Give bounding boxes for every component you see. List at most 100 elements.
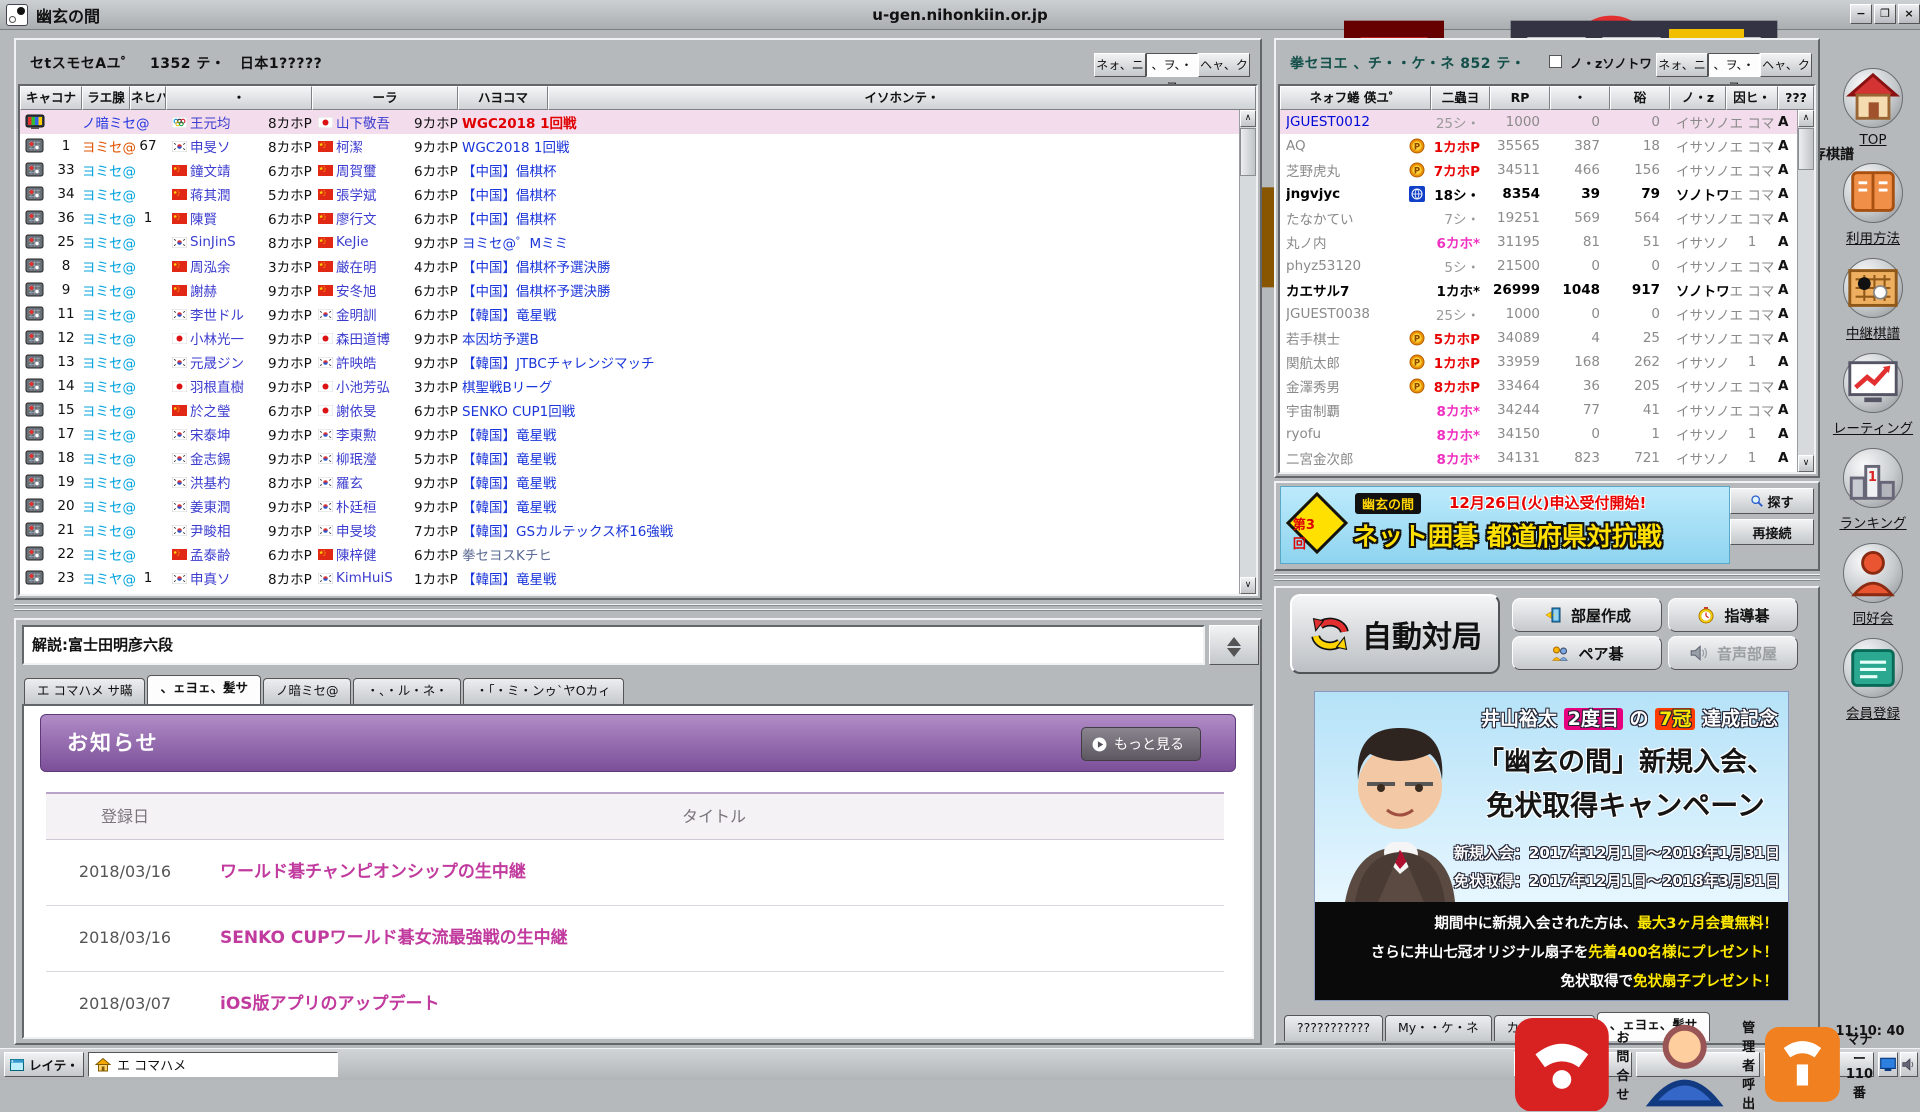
games-col-6[interactable]: ハヨコマ <box>458 86 548 110</box>
game-row[interactable]: 12ヨミセ@小林光一9カホP森田道博9カホP本因坊予選B <box>20 326 1239 350</box>
game-row[interactable]: 14ヨミセ@羽根直樹9カホP小池芳弘3カホP棋聖戦Bリーグ <box>20 374 1239 398</box>
lower-tab-1[interactable]: エ コマハメ サ瞞 <box>24 678 145 704</box>
create-room-button[interactable]: 部屋作成 <box>1512 598 1662 632</box>
users-col-7[interactable]: 因ヒ・ <box>1726 86 1778 110</box>
game-row[interactable]: 17ヨミセ@宋泰坤9カホP李東勲9カホP【韓国】竜星戦 <box>20 422 1239 446</box>
left-splitter[interactable] <box>14 604 1262 616</box>
sidebar-item-home[interactable]: TOP <box>1826 68 1920 148</box>
sidebar-item-goban[interactable]: 中継棋譜 <box>1826 258 1920 342</box>
lower-tab-2[interactable]: 、ェヨェ、髪サ <box>147 675 261 704</box>
lower-tab-3[interactable]: ノ暗ミセ@ <box>263 678 352 704</box>
sidebar-item-rating[interactable]: レーティング <box>1826 353 1920 437</box>
users-col-2[interactable]: 二蟲ヨ <box>1431 86 1490 110</box>
sidebar-item-guide[interactable]: 利用方法 <box>1826 163 1920 247</box>
contact-button[interactable]: お問合せ <box>1514 1052 1632 1077</box>
games-col-5[interactable]: ーラ <box>312 86 458 110</box>
users-col-8[interactable]: ??? <box>1778 86 1814 110</box>
restore-button[interactable]: ❐ <box>1874 4 1896 24</box>
search-button[interactable]: 探す <box>1730 488 1814 514</box>
notice-row[interactable]: 2018/03/16ワールド碁チャンピオンシップの生中継 <box>46 840 1224 906</box>
user-row[interactable]: たなかてい7シ・19251569564イサソノエ コマA <box>1280 206 1797 230</box>
game-row[interactable]: 33ヨミセ@鐘文靖6カホP周賀璽6カホP【中国】倡棋杯 <box>20 158 1239 182</box>
lower-tab-4[interactable]: ・、・ル・ネ・ <box>353 678 460 704</box>
user-row[interactable]: 宇宙制覇8カホ*342447741イサソノエ コマA <box>1280 398 1797 422</box>
user-row[interactable]: JGUEST001225シ・100000イサソノエ コマA <box>1280 110 1797 134</box>
prefecture-tournament-banner[interactable]: 第3回 幽玄の間 12月26日(火)申込受付開始! ネット囲碁 都道府県対抗戦 <box>1280 486 1730 564</box>
games-col-7[interactable]: イソホンテ・ <box>548 86 1256 110</box>
users-col-1[interactable]: ネォフ蜷 偀ユ゜ <box>1280 86 1431 110</box>
games-toolbar-button-2[interactable]: 、ヲ、・ヨ <box>1146 53 1198 77</box>
game-row[interactable]: 11ヨミセ@李世ドル9カホP金明訓6カホP【韓国】竜星戦 <box>20 302 1239 326</box>
game-row[interactable]: 20ヨミセ@姜東潤9カホP朴廷桓9カホP【韓国】竜星戦 <box>20 494 1239 518</box>
admin-button[interactable]: 管理者呼出 <box>1636 1052 1760 1077</box>
notice-title-link[interactable]: ワールド碁チャンピオンシップの生中継 <box>204 840 1224 905</box>
users-toolbar-button-3[interactable]: ヘャ、ク <box>1760 53 1812 77</box>
users-col-4[interactable]: ・ <box>1550 86 1610 110</box>
reconnect-button[interactable]: 再接続 <box>1730 519 1814 545</box>
sidebar-item-club[interactable]: 同好会 <box>1826 543 1920 627</box>
notice-row[interactable]: 2018/03/16SENKO CUPワールド碁女流最強戦の生中継 <box>46 906 1224 972</box>
users-scrollbar[interactable]: ∧ ∨ <box>1797 110 1814 472</box>
user-row[interactable]: 二宮金次郎8カホ*34131823721イサソノ1A <box>1280 446 1797 470</box>
user-row[interactable]: JGUEST003825シ・100000イサソノエ コマA <box>1280 302 1797 326</box>
more-button[interactable]: もっと見る <box>1081 727 1201 761</box>
teaching-game-button[interactable]: 指導碁 <box>1668 598 1798 632</box>
lower-tab-5[interactable]: ・「・ミ・ンゥ`ヤOカィ <box>463 678 624 704</box>
connected-only-checkbox[interactable] <box>1549 55 1562 68</box>
users-scroll-thumb[interactable] <box>1798 128 1814 170</box>
notice-title-link[interactable]: SENKO CUPワールド碁女流最強戦の生中継 <box>204 906 1224 971</box>
sound-button[interactable] <box>1900 1052 1918 1077</box>
campaign-ad[interactable]: 井山裕太 2度目 の 7冠 達成記念 「幽玄の間」新規入会、 免状取得キャンペー… <box>1314 691 1789 1001</box>
right-tab-2[interactable]: My・・ケ・ネ <box>1385 1015 1492 1041</box>
screen-share-button[interactable] <box>1878 1052 1898 1077</box>
user-row[interactable]: 若手棋士P5カホP34089425イサソノエ コマA <box>1280 326 1797 350</box>
games-toolbar-button-1[interactable]: ネォ、ニ <box>1094 53 1146 77</box>
scroll-up-icon[interactable]: ∧ <box>1798 110 1814 127</box>
users-col-5[interactable]: 硲 <box>1610 86 1670 110</box>
user-row[interactable]: phyz531205シ・2150000イサソノエ コマA <box>1280 254 1797 278</box>
auto-match-button[interactable]: 自動対局 <box>1290 594 1500 674</box>
game-row[interactable]: 18ヨミセ@金志錫9カホP柳珉瀅5カホP【韓国】竜星戦 <box>20 446 1239 470</box>
user-row[interactable]: jngvjyc18シ・83543979ソノトワエ コマA <box>1280 182 1797 206</box>
users-toolbar-button-2[interactable]: 、ヲ、・ヨ <box>1708 53 1760 77</box>
right-tab-1[interactable]: ??????????? <box>1284 1015 1383 1041</box>
users-col-3[interactable]: RP <box>1490 86 1550 110</box>
spinner-button[interactable] <box>1209 625 1259 665</box>
user-row[interactable]: 芝野虎丸P7カホP34511466156イサソノエ コマA <box>1280 158 1797 182</box>
game-row[interactable]: ノ暗ミセ@王元均8カホP山下敬吾9カホPWGC2018 1回戦 <box>20 110 1239 134</box>
games-scrollbar[interactable]: ∧ ∨ <box>1239 110 1256 594</box>
notice-title-link[interactable]: iOS版アプリのアップデート <box>204 972 1224 1037</box>
sidebar-item-ranking[interactable]: 1ランキング <box>1826 448 1920 532</box>
pair-go-button[interactable]: ペア碁 <box>1512 636 1662 670</box>
user-row[interactable]: カエサル71カホ*269991048917ソノトワエ コマA <box>1280 278 1797 302</box>
user-row[interactable]: 関航太郎P1カホP33959168262イサソノ1A <box>1280 350 1797 374</box>
game-row[interactable]: 8ヨミセ@周泓余3カホP厳在明4カホP【中国】倡棋杯予選決勝 <box>20 254 1239 278</box>
lobby-button[interactable]: レイテ・ <box>4 1052 84 1077</box>
voice-room-button[interactable]: 音声部屋 <box>1668 636 1798 670</box>
game-row[interactable]: 13ヨミセ@元晟ジン9カホP許映皓9カホP【韓国】JTBCチャレンジマッチ <box>20 350 1239 374</box>
scroll-down-icon[interactable]: ∨ <box>1240 577 1256 594</box>
games-col-1[interactable]: キャコナ <box>20 86 82 110</box>
game-row[interactable]: 36ヨミセ@1陳賢6カホP廖行文6カホP【中国】倡棋杯 <box>20 206 1239 230</box>
game-row[interactable]: 23ヨミヤ@1申真ソ8カホPKimHuiS1カホP【韓国】竜星戦 <box>20 566 1239 590</box>
user-row[interactable]: 丸ノ内6カホ*311958151イサソノ1A <box>1280 230 1797 254</box>
users-toolbar-button-1[interactable]: ネォ、ニ <box>1656 53 1708 77</box>
game-row[interactable]: 25ヨミセ@SinJinS8カホPKeJie9カホPヨミセ@゜Mミミ <box>20 230 1239 254</box>
games-col-3[interactable]: ネヒハ <box>130 86 166 110</box>
game-row[interactable]: 22ヨミセ@孟泰齢6カホP陳梓健6カホP拳セヨスKチヒ <box>20 542 1239 566</box>
game-row[interactable]: 15ヨミセ@於之瑩6カホP謝依旻6カホPSENKO CUP1回戦 <box>20 398 1239 422</box>
scroll-up-icon[interactable]: ∧ <box>1240 110 1256 127</box>
game-row[interactable]: 19ヨミセ@洪基杓8カホP羅玄9カホP【韓国】竜星戦 <box>20 470 1239 494</box>
user-row[interactable]: ryofu8カホ*3415001イサソノ1A <box>1280 422 1797 446</box>
game-row[interactable]: 9ヨミセ@謝赫9カホP安冬旭6カホP【中国】倡棋杯予選決勝 <box>20 278 1239 302</box>
right-splitter[interactable] <box>1274 574 1820 584</box>
lobby-tab[interactable]: エ コマハメ <box>88 1052 338 1077</box>
games-col-4[interactable]: ・ <box>166 86 312 110</box>
games-col-2[interactable]: ラエ腺 <box>82 86 130 110</box>
user-row[interactable]: 金澤秀男P8カホP3346436205イサソノエ コマA <box>1280 374 1797 398</box>
notice-row[interactable]: 2018/03/07iOS版アプリのアップデート <box>46 972 1224 1038</box>
close-button[interactable]: × <box>1898 4 1920 24</box>
game-row[interactable]: 34ヨミセ@蒋其潤5カホP張学斌6カホP【中国】倡棋杯 <box>20 182 1239 206</box>
game-row[interactable]: 1ヨミセ@67申旻ソ8カホP柯潔9カホPWGC2018 1回戦 <box>20 134 1239 158</box>
scroll-down-icon[interactable]: ∨ <box>1798 455 1814 472</box>
